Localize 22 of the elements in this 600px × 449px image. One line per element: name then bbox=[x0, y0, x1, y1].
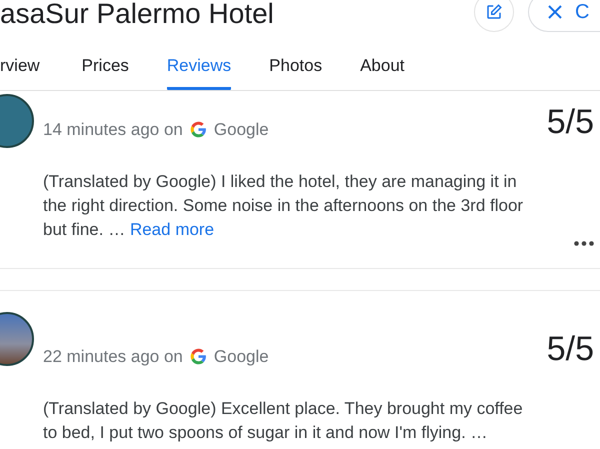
tab[interactable]: About bbox=[360, 44, 405, 90]
review-time: 22 minutes ago on bbox=[43, 346, 183, 366]
review-rating: 5/5 bbox=[546, 103, 594, 142]
hotel-title: asaSur Palermo Hotel bbox=[0, 0, 274, 28]
tab[interactable]: rview bbox=[0, 44, 40, 90]
review-source: Google bbox=[214, 120, 269, 140]
edit-icon bbox=[485, 3, 503, 21]
tab[interactable]: Photos bbox=[269, 44, 322, 90]
tab[interactable]: Prices bbox=[82, 44, 129, 90]
review-text: (Translated by Google) I liked the hotel, they are managing it in the right direction. Some noise in the afternoons on the 3rd floor but fine. … Read more bbox=[43, 171, 524, 241]
more-options-icon[interactable] bbox=[574, 241, 594, 246]
read-more-link[interactable]: Read more bbox=[130, 220, 214, 239]
review-rating: 5/5 bbox=[546, 330, 594, 369]
close-button[interactable]: C bbox=[528, 0, 600, 32]
google-logo-icon bbox=[190, 348, 207, 365]
tab[interactable]: Reviews bbox=[166, 44, 232, 90]
review-time: 14 minutes ago on bbox=[43, 120, 183, 140]
review-source: Google bbox=[214, 346, 269, 366]
google-logo-icon bbox=[190, 121, 207, 138]
review-text: (Translated by Google) Excellent place. They brought my coffee to bed, I put two spoons of sugar in it and now I'm flying. … bbox=[43, 398, 524, 444]
close-icon bbox=[547, 4, 563, 20]
edit-button[interactable] bbox=[474, 0, 514, 32]
